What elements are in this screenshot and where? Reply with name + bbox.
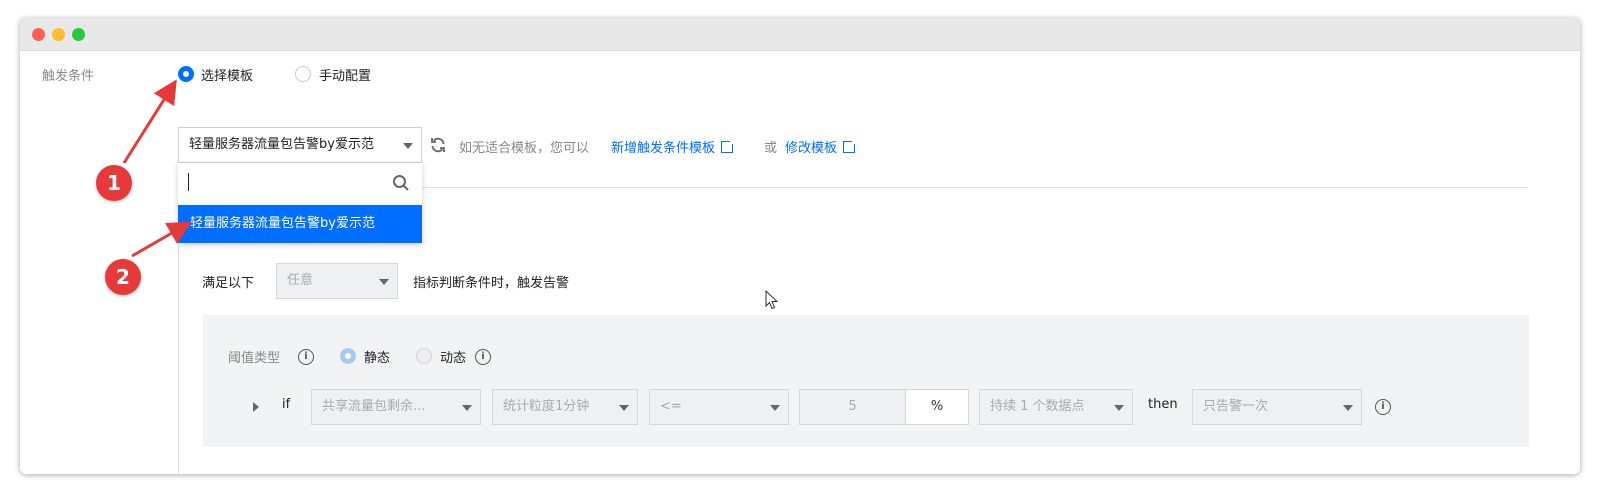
annotation-badge-1: 1 <box>96 165 132 201</box>
app-window: 触发条件 选择模板 手动配置 轻量服务器流量包告警by爱示范 如无适合模板，您可… <box>20 18 1580 474</box>
title-bar <box>20 18 1580 51</box>
annotation-arrow-2 <box>131 221 192 258</box>
maximize-window-button[interactable] <box>72 28 85 41</box>
annotation-arrows <box>122 79 192 258</box>
main-content: 触发条件 选择模板 手动配置 轻量服务器流量包告警by爱示范 如无适合模板，您可… <box>20 51 1580 474</box>
annotation-badge-2: 2 <box>105 259 141 295</box>
close-window-button[interactable] <box>32 28 45 41</box>
minimize-window-button[interactable] <box>52 28 65 41</box>
annotation-arrow-1 <box>122 79 177 164</box>
